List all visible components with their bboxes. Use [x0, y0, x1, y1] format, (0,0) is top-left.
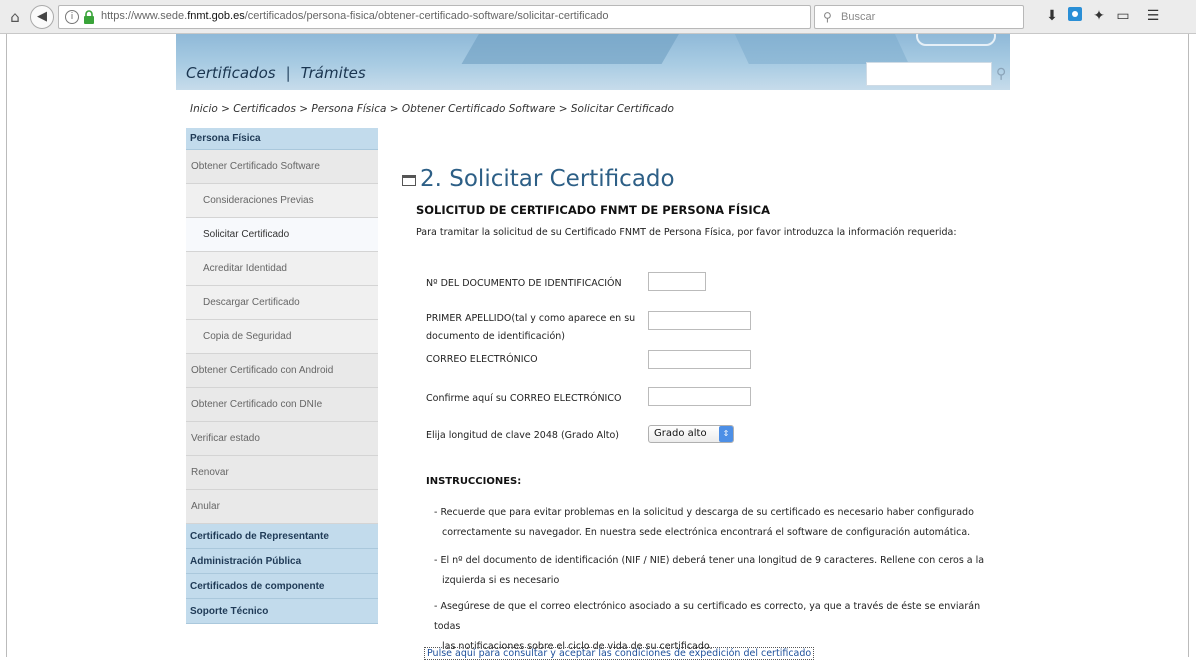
nav-tramites[interactable]: Trámites	[301, 64, 366, 82]
sidebar-item-renovar[interactable]: Renovar	[186, 456, 378, 490]
sidebar-head-administracion[interactable]: Administración Pública	[186, 549, 378, 574]
sidebar-item-consideraciones[interactable]: Consideraciones Previas	[186, 184, 378, 218]
window-icon	[402, 175, 416, 186]
nav-separator: |	[285, 64, 291, 82]
section-title: SOLICITUD DE CERTIFICADO FNMT DE PERSONA…	[416, 203, 771, 217]
label-email-confirm: Confirme aquí su CORREO ELECTRÓNICO	[426, 393, 622, 404]
sidebar-item-solicitar[interactable]: Solicitar Certificado	[186, 218, 378, 252]
pocket-icon[interactable]: ✦	[1090, 7, 1108, 25]
instruction-item: - El nº del documento de identificación …	[434, 555, 985, 586]
breadcrumb[interactable]: Inicio > Certificados > Persona Física >…	[190, 103, 674, 115]
sidebar-item-copia[interactable]: Copia de Seguridad	[186, 320, 378, 354]
sidebar-item-anular[interactable]: Anular	[186, 490, 378, 524]
key-grade-select[interactable]: Grado alto ⇕	[648, 425, 734, 443]
sidebar-item-dnie[interactable]: Obtener Certificado con DNIe	[186, 388, 378, 422]
apellido-input[interactable]	[648, 311, 751, 330]
sidebar-item-acreditar[interactable]: Acreditar Identidad	[186, 252, 378, 286]
site-banner: Certificados | Trámites ⚲	[176, 34, 1010, 90]
email-input[interactable]	[648, 350, 751, 369]
sidebar: Persona Física Obtener Certificado Softw…	[186, 128, 378, 624]
sidebar-item-android[interactable]: Obtener Certificado con Android	[186, 354, 378, 388]
label-doc-id: Nº DEL DOCUMENTO DE IDENTIFICACIÓN	[426, 278, 622, 289]
section-intro: Para tramitar la solicitud de su Certifi…	[416, 227, 957, 238]
sidebar-head-representante[interactable]: Certificado de Representante	[186, 524, 378, 549]
address-bar[interactable]: i https://www.sede.fnmt.gob.es/certifica…	[58, 5, 861, 29]
info-icon[interactable]: i	[65, 10, 79, 24]
label-apellido: PRIMER APELLIDO(tal y como aparece en su…	[426, 313, 636, 342]
lock-icon	[84, 10, 94, 24]
url-text: https://www.sede.fnmt.gob.es/certificado…	[101, 10, 609, 22]
select-arrows-icon: ⇕	[719, 426, 733, 442]
download-icon[interactable]: ⬇	[1043, 7, 1061, 25]
site-search-icon[interactable]: ⚲	[996, 66, 1006, 82]
search-icon: ⚲	[823, 10, 832, 24]
nav-certificados[interactable]: Certificados	[186, 64, 276, 82]
browser-search-input[interactable]: ⚲ Buscar	[814, 5, 1024, 29]
label-key-length: Elija longitud de clave 2048 (Grado Alto…	[426, 430, 620, 441]
doc-id-input[interactable]	[648, 272, 706, 291]
site-search-input[interactable]	[866, 62, 992, 86]
back-button[interactable]: ◀	[30, 5, 54, 29]
select-value: Grado alto	[654, 428, 707, 439]
page-border-right	[1188, 34, 1189, 657]
instruction-item: - Recuerde que para evitar problemas en …	[434, 507, 974, 538]
sidebar-item-descargar[interactable]: Descargar Certificado	[186, 286, 378, 320]
menu-icon[interactable]: ☰	[1144, 7, 1162, 25]
search-placeholder: Buscar	[841, 11, 876, 23]
sidebar-head-componente[interactable]: Certificados de componente	[186, 574, 378, 599]
home-icon[interactable]: ⌂	[6, 8, 24, 26]
instructions-title: INSTRUCCIONES:	[426, 476, 522, 487]
page-border-left	[6, 34, 7, 657]
banner-nav: Certificados | Trámites	[186, 64, 366, 82]
email-confirm-input[interactable]	[648, 387, 751, 406]
sidebar-head-persona-fisica[interactable]: Persona Física	[186, 128, 378, 150]
conditions-link[interactable]: Pulse aquí para consultar y aceptar las …	[424, 647, 815, 660]
page-title: 2. Solicitar Certificado	[420, 166, 675, 192]
sidebar-toggle-icon[interactable]: ▭	[1114, 7, 1132, 25]
extension-icon[interactable]	[1066, 7, 1084, 25]
sidebar-item-obtener-software[interactable]: Obtener Certificado Software	[186, 150, 378, 184]
sidebar-item-verificar[interactable]: Verificar estado	[186, 422, 378, 456]
sidebar-head-soporte[interactable]: Soporte Técnico	[186, 599, 378, 624]
label-email: CORREO ELECTRÓNICO	[426, 354, 538, 365]
browser-toolbar: ⌂ ◀ i https://www.sede.fnmt.gob.es/certi…	[0, 0, 1196, 34]
